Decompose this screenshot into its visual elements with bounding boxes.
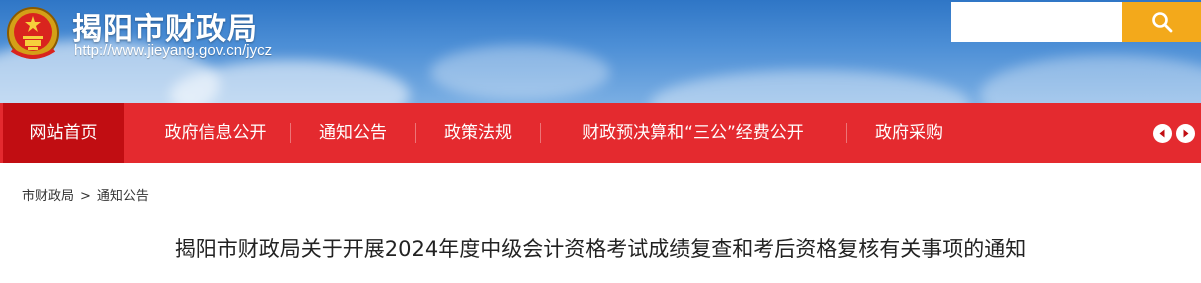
nav-item-policies[interactable]: 政策法规 [418,103,538,163]
cloud-decoration [650,70,970,103]
nav-next-button[interactable] [1176,124,1195,143]
article-title: 揭阳市财政局关于开展2024年度中级会计资格考试成绩复查和考后资格复核有关事项的… [174,237,1027,261]
breadcrumb: 市财政局 > 通知公告 [22,185,149,204]
breadcrumb-item[interactable]: 市财政局 [22,185,74,204]
nav-item-home[interactable]: 网站首页 [3,103,124,163]
nav-divider [846,123,847,143]
cloud-decoration [430,45,610,100]
nav-divider [415,123,416,143]
site-url[interactable]: http://www.jieyang.gov.cn/jycz [74,42,272,59]
main-nav: 网站首页 政府信息公开 通知公告 政策法规 财政预决算和“三公”经费公开 政府采… [0,103,1201,163]
nav-item-budget[interactable]: 财政预决算和“三公”经费公开 [543,103,843,163]
nav-item-procurement[interactable]: 政府采购 [849,103,969,163]
nav-divider [290,123,291,143]
national-emblem-icon [7,7,59,59]
site-header: 揭阳市财政局 http://www.jieyang.gov.cn/jycz [0,0,1201,103]
chevron-left-icon [1159,129,1165,138]
search-icon [1151,12,1172,33]
nav-item-notices[interactable]: 通知公告 [293,103,413,163]
nav-item-gov-info[interactable]: 政府信息公开 [138,103,293,163]
search-input[interactable] [951,2,1122,42]
search-button[interactable] [1122,2,1201,42]
breadcrumb-separator: > [80,189,91,204]
nav-divider [540,123,541,143]
nav-prev-button[interactable] [1153,124,1172,143]
breadcrumb-item[interactable]: 通知公告 [97,185,149,204]
cloud-decoration [980,55,1201,103]
chevron-right-icon [1183,129,1189,138]
